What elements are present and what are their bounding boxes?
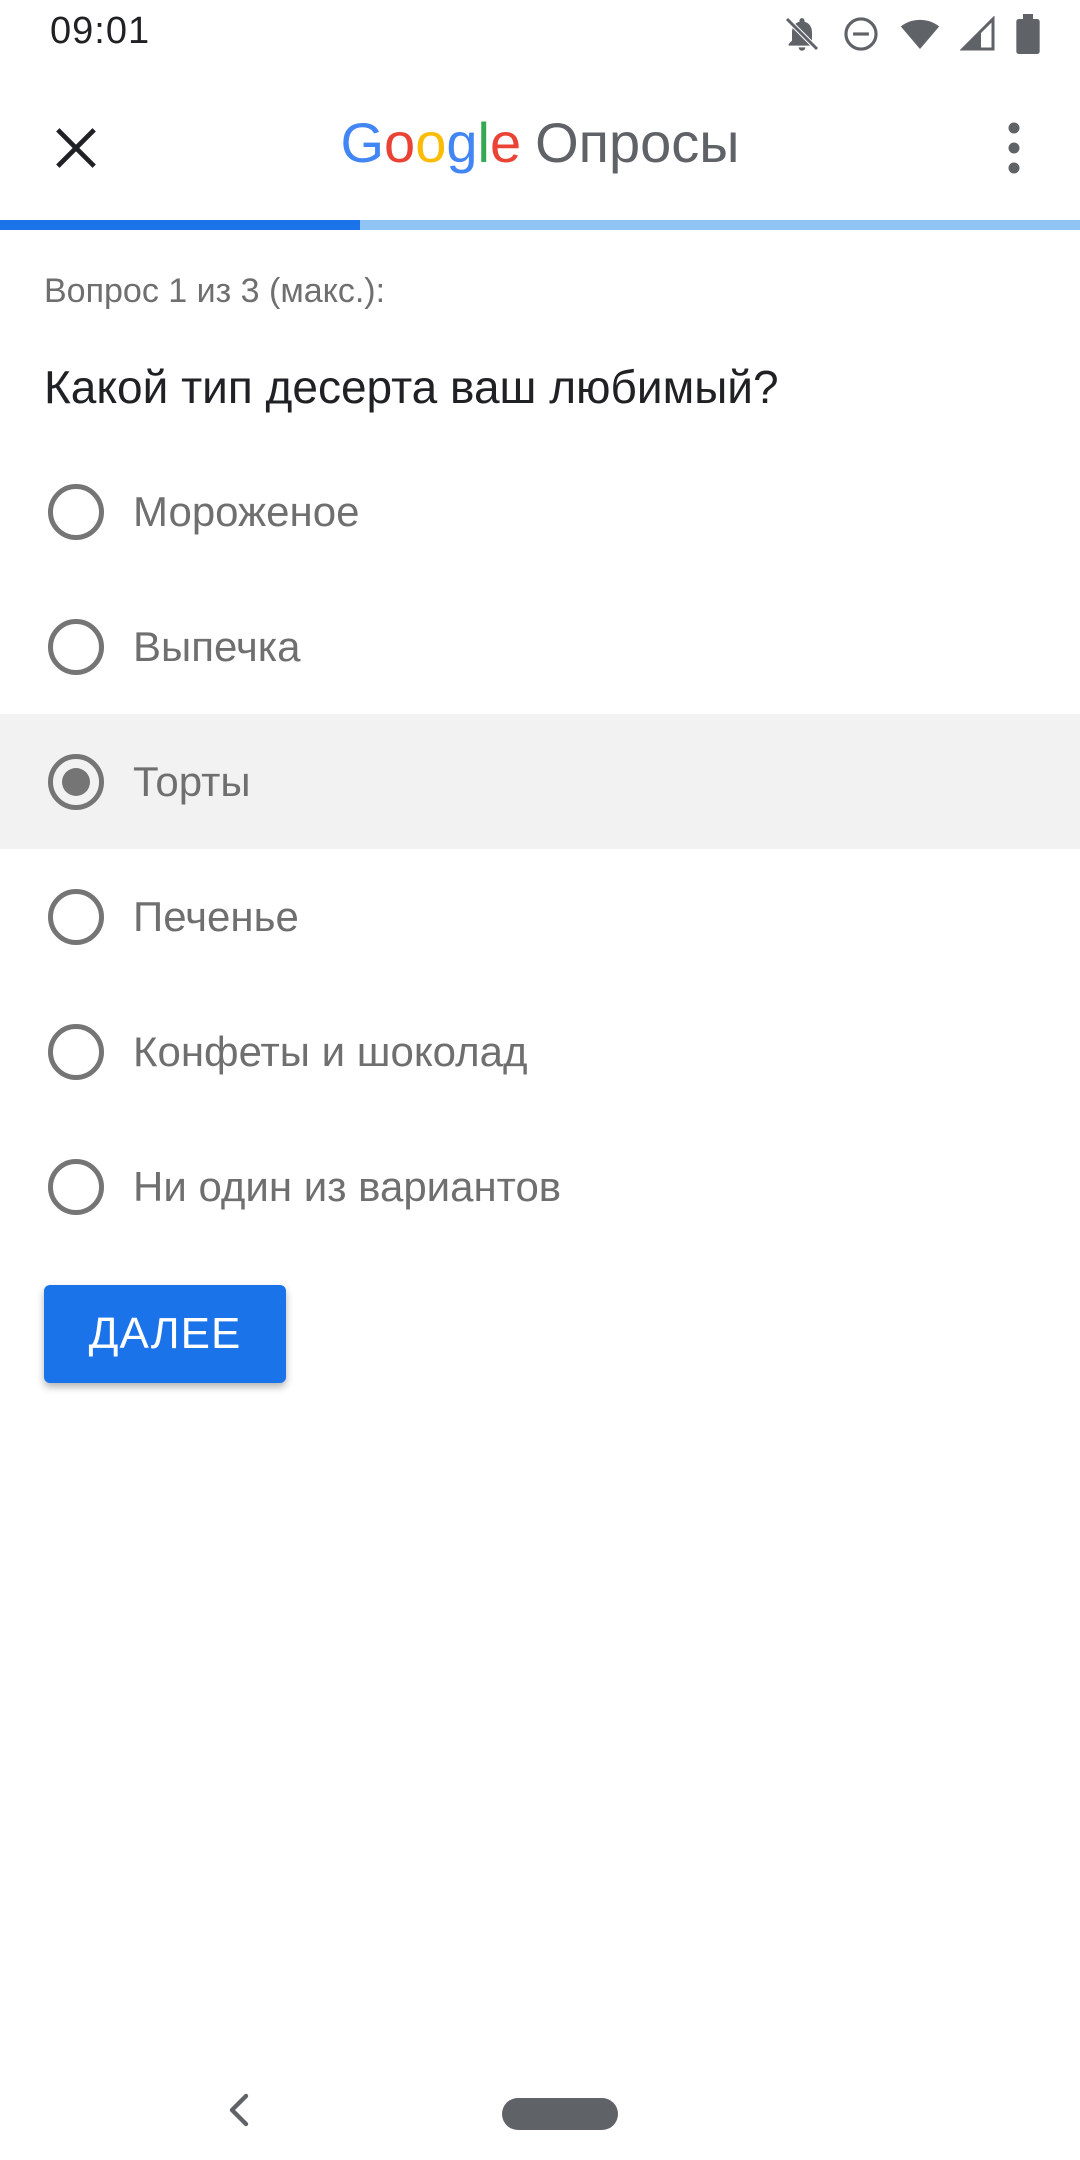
radio-button[interactable] bbox=[48, 1023, 104, 1080]
option-ice-cream[interactable]: Мороженое bbox=[0, 444, 1080, 579]
back-button[interactable] bbox=[216, 2086, 264, 2134]
back-chevron-icon bbox=[229, 2093, 249, 2127]
question-text: Какой тип десерта ваш любимый? bbox=[44, 361, 779, 413]
signal-icon bbox=[960, 16, 996, 52]
battery-icon bbox=[1016, 14, 1040, 54]
google-logo: Google bbox=[340, 111, 522, 174]
system-nav-bar bbox=[0, 2050, 1080, 2160]
radio-button[interactable] bbox=[48, 888, 104, 945]
wifi-icon bbox=[900, 14, 940, 54]
home-pill-icon[interactable] bbox=[502, 2098, 618, 2130]
option-label: Конфеты и шоколад bbox=[133, 1027, 528, 1075]
option-none[interactable]: Ни один из вариантов bbox=[0, 1119, 1080, 1254]
status-icons bbox=[782, 14, 1040, 54]
option-candy-chocolate[interactable]: Конфеты и шоколад bbox=[0, 984, 1080, 1119]
option-cakes[interactable]: Торты bbox=[0, 714, 1080, 849]
radio-button[interactable] bbox=[48, 483, 104, 540]
app-title: Google Опросы bbox=[0, 110, 1080, 175]
answer-options: Мороженое Выпечка Торты Печенье Конфеты … bbox=[0, 444, 1080, 1254]
progress-bar bbox=[0, 220, 1080, 230]
more-options-button[interactable] bbox=[978, 112, 1050, 184]
option-label: Выпечка bbox=[133, 622, 301, 670]
do-not-disturb-icon bbox=[842, 15, 880, 53]
radio-button[interactable] bbox=[48, 753, 104, 810]
radio-button[interactable] bbox=[48, 1158, 104, 1215]
status-bar: 09:01 bbox=[0, 0, 1080, 66]
progress-fill bbox=[0, 220, 360, 230]
option-label: Торты bbox=[133, 757, 251, 805]
screen: 09:01 Google Опросы Вопрос 1 из 3 (макс.… bbox=[0, 0, 1080, 2160]
radio-button[interactable] bbox=[48, 618, 104, 675]
option-cookies[interactable]: Печенье bbox=[0, 849, 1080, 984]
radio-dot bbox=[62, 767, 90, 796]
next-button[interactable]: ДАЛЕЕ bbox=[44, 1285, 286, 1383]
more-vert-icon bbox=[1008, 122, 1020, 174]
app-bar: Google Опросы bbox=[0, 66, 1080, 222]
status-time: 09:01 bbox=[50, 10, 151, 52]
notifications-off-icon bbox=[782, 14, 822, 54]
option-label: Мороженое bbox=[133, 487, 360, 535]
option-pastry[interactable]: Выпечка bbox=[0, 579, 1080, 714]
option-label: Печенье bbox=[133, 892, 299, 940]
question-counter: Вопрос 1 из 3 (макс.): bbox=[44, 272, 386, 310]
product-name: Опросы bbox=[535, 111, 740, 174]
option-label: Ни один из вариантов bbox=[133, 1162, 562, 1210]
